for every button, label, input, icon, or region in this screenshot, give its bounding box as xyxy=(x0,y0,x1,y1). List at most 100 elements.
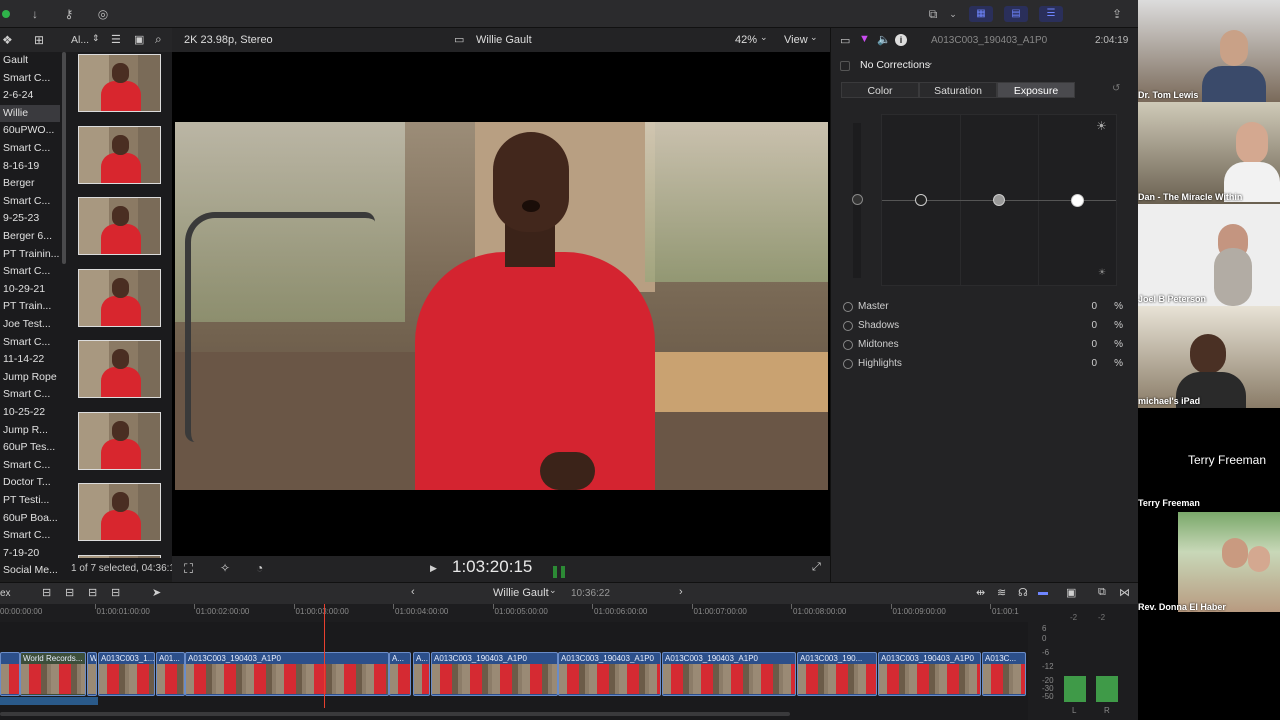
participant-tile[interactable]: Rev. Donna El Haber xyxy=(1138,510,1280,614)
param-row-shadows[interactable]: Shadows 0% xyxy=(841,317,1127,335)
tab-saturation[interactable]: Saturation xyxy=(919,82,997,98)
library-item[interactable]: Berger xyxy=(0,175,60,192)
param-value[interactable]: 0 xyxy=(1091,336,1097,354)
library-item[interactable]: Smart C... xyxy=(0,386,60,403)
library-item[interactable]: Jump Rope xyxy=(0,369,60,386)
library-item[interactable]: Smart C... xyxy=(0,140,60,157)
clip-appearance-icon[interactable]: ▣ xyxy=(1066,586,1076,599)
timeline-index-icon[interactable]: ⧉ xyxy=(1098,586,1106,599)
clip-thumbnail[interactable] xyxy=(78,483,161,541)
midtones-puck[interactable] xyxy=(993,194,1005,206)
library-item[interactable]: Smart C... xyxy=(0,193,60,210)
list-view-icon[interactable]: ☰ xyxy=(111,33,121,46)
insert-clip-icon[interactable]: ⊟ xyxy=(65,586,74,599)
audio-inspector-icon[interactable]: 🔈 xyxy=(877,33,891,46)
clip-thumbnail[interactable] xyxy=(78,411,161,470)
param-value[interactable]: 0 xyxy=(1091,298,1097,316)
color-inspector-icon[interactable]: ▼ xyxy=(859,33,870,45)
reset-icon[interactable]: ↺ xyxy=(1112,83,1120,94)
library-item[interactable]: Willie xyxy=(0,104,60,122)
overwrite-clip-icon[interactable]: ⊟ xyxy=(111,586,120,599)
clip-thumbnail[interactable] xyxy=(78,197,161,255)
background-tasks-icon[interactable]: ◎ xyxy=(92,5,114,23)
library-item[interactable]: 7-19-20 xyxy=(0,545,60,562)
play-icon[interactable]: ▶ xyxy=(430,563,437,574)
timeline-clip[interactable]: A... xyxy=(389,652,411,696)
clip-thumbnail[interactable] xyxy=(78,125,161,184)
audio-skimming-icon[interactable]: ≋ xyxy=(997,586,1006,599)
timeline-clip[interactable]: A013C003_1... xyxy=(98,652,155,696)
select-tool-icon[interactable]: ➤ xyxy=(152,586,161,599)
share-icon[interactable]: ⇪ xyxy=(1106,5,1128,23)
timeline-clip[interactable]: World Records... xyxy=(20,652,86,696)
index-label[interactable]: ex xyxy=(0,588,11,599)
library-item[interactable]: PT Train... xyxy=(0,298,60,315)
retime-icon[interactable]: ◔ xyxy=(256,561,263,575)
audio-waveform[interactable] xyxy=(0,697,98,705)
transform-icon[interactable]: ⛶ xyxy=(184,561,193,577)
layout-inspector-icon[interactable]: ☰ xyxy=(1039,6,1063,22)
playhead[interactable] xyxy=(324,604,325,708)
tab-color[interactable]: Color xyxy=(841,82,919,98)
participant-tile[interactable]: Dan - The Miracle Within xyxy=(1138,102,1280,204)
exposure-board[interactable]: ☀ ☀ xyxy=(881,114,1117,286)
library-item[interactable]: Berger 6... xyxy=(0,228,60,245)
timeline-clip[interactable]: A013C... xyxy=(982,652,1026,696)
timeline-clip[interactable]: A013C003_190403_A1P0 xyxy=(185,652,389,696)
global-puck[interactable] xyxy=(852,194,863,205)
library-item[interactable]: Smart C... xyxy=(0,457,60,474)
skimming-icon[interactable]: ⇹ xyxy=(976,586,985,599)
library-item[interactable]: Social Me... xyxy=(0,562,60,579)
chevron-left-icon[interactable]: ‹ xyxy=(411,586,415,598)
library-item[interactable]: 9-25-23 xyxy=(0,210,60,227)
library-item[interactable]: Doctor T... xyxy=(0,474,60,491)
connect-clip-icon[interactable]: ⊟ xyxy=(42,586,51,599)
search-icon[interactable]: ⌕ xyxy=(155,32,162,47)
timeline-ruler[interactable]: 00:00:00:00 01:00:01:00:00 01:00:02:00:00 0… xyxy=(0,604,1028,622)
chevron-down-icon[interactable]: ⌄ xyxy=(942,5,964,23)
library-item[interactable]: 10-25-22 xyxy=(0,404,60,421)
library-item[interactable]: Joe Test... xyxy=(0,316,60,333)
timeline-clip[interactable]: A... xyxy=(413,652,430,696)
solo-icon[interactable]: ☊ xyxy=(1018,586,1028,599)
view-dropdown[interactable]: View xyxy=(784,34,808,46)
fullscreen-icon[interactable]: ⤢ xyxy=(812,561,821,574)
video-inspector-icon[interactable]: ▭ xyxy=(840,34,850,47)
participant-tile[interactable]: michael's iPad xyxy=(1138,306,1280,408)
libraries-icon[interactable]: ❖ xyxy=(2,33,13,47)
zoom-dropdown[interactable]: 42% xyxy=(735,34,757,46)
timeline-clip[interactable]: A013C003_190403_A1P0 xyxy=(878,652,981,696)
participant-tile[interactable]: Terry Freeman Terry Freeman xyxy=(1138,408,1280,510)
corrections-dropdown[interactable]: No Corrections xyxy=(860,59,930,71)
chevron-right-icon[interactable]: › xyxy=(679,586,683,598)
clip-thumbnail[interactable] xyxy=(78,340,161,398)
library-item[interactable]: 8-16-19 xyxy=(0,158,60,175)
timeline-scrollbar[interactable] xyxy=(0,712,790,716)
library-item[interactable]: Smart C... xyxy=(0,70,60,87)
append-clip-icon[interactable]: ⊟ xyxy=(88,586,97,599)
layout-timeline-icon[interactable]: ▤ xyxy=(1004,6,1028,22)
timeline-clip[interactable]: W xyxy=(87,652,97,696)
library-item[interactable]: PT Trainin... xyxy=(0,246,60,263)
media-share-icon[interactable]: ⧉ xyxy=(922,5,944,23)
library-item[interactable]: Smart C... xyxy=(0,263,60,280)
param-row-master[interactable]: Master 0% xyxy=(841,298,1127,316)
clip-thumbnail[interactable] xyxy=(78,54,161,112)
timeline-clip[interactable]: A013C003_190403_A1P0 xyxy=(662,652,796,696)
import-icon[interactable]: ↓ xyxy=(24,5,46,23)
timeline-clip[interactable]: A013C003_190... xyxy=(797,652,877,696)
library-item[interactable]: Jump R... xyxy=(0,422,60,439)
library-item[interactable]: 10-29-21 xyxy=(0,281,60,298)
timeline-track[interactable]: World Records... W A013C003_1... A01... A013… xyxy=(0,622,1028,720)
library-item[interactable]: 60uP Tes... xyxy=(0,439,60,456)
timeline-clip[interactable]: A013C003_190403_A1P0 xyxy=(558,652,661,696)
param-row-highlights[interactable]: Highlights 0% xyxy=(841,355,1127,373)
library-item[interactable]: 11-14-22 xyxy=(0,351,60,368)
param-row-midtones[interactable]: Midtones 0% xyxy=(841,336,1127,354)
library-item[interactable]: Smart C... xyxy=(0,527,60,544)
timeline-project-name[interactable]: Willie Gault xyxy=(493,587,549,599)
info-icon[interactable]: i xyxy=(895,34,907,46)
layout-browser-icon[interactable]: ▦ xyxy=(969,6,993,22)
enhance-icon[interactable]: ✧ xyxy=(220,561,230,575)
library-item[interactable]: PT Testi... xyxy=(0,492,60,509)
